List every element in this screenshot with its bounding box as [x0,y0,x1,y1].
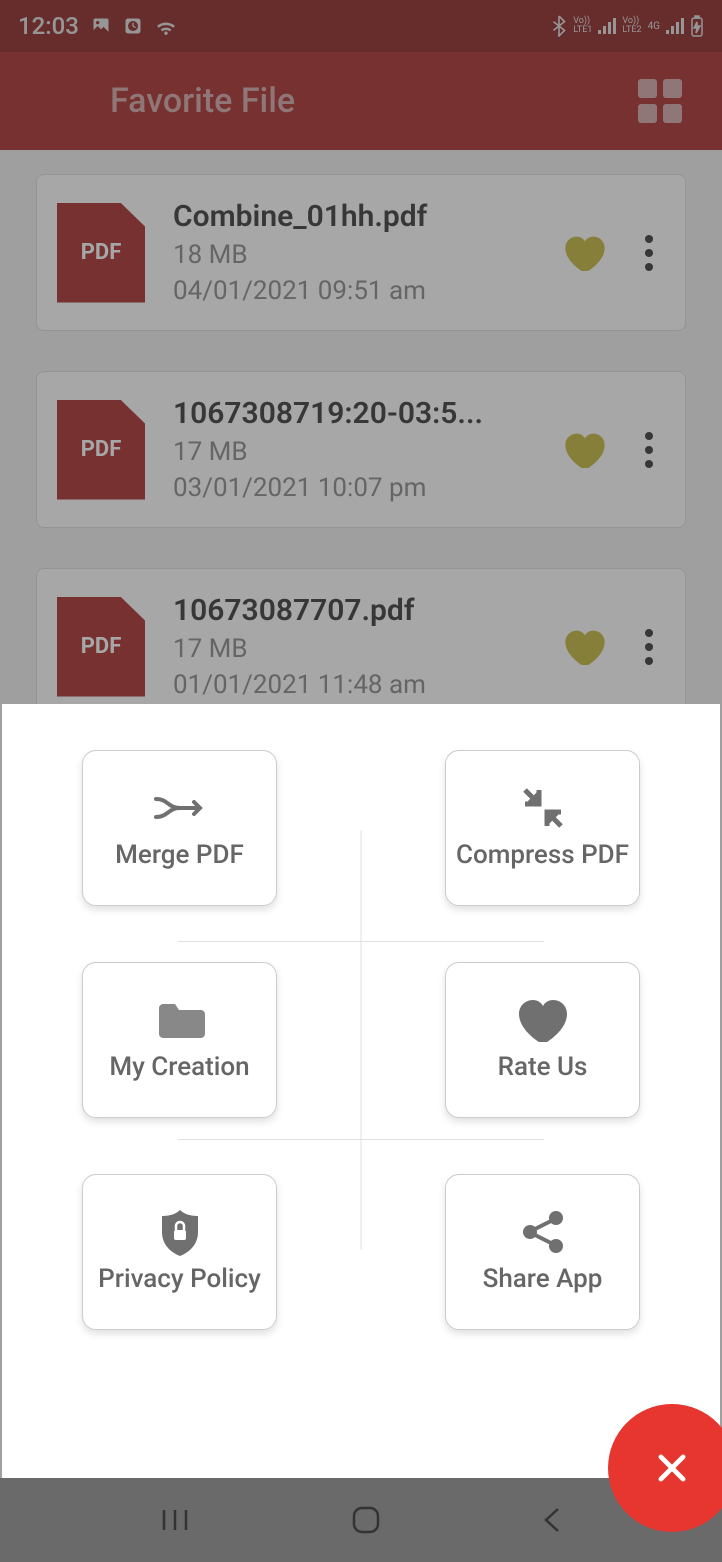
compress-icon [515,786,571,830]
home-button[interactable] [350,1504,382,1536]
sheet-label: Rate Us [498,1052,588,1082]
folder-icon [152,998,208,1042]
sheet-label: Merge PDF [115,840,244,870]
divider [361,830,362,1250]
merge-pdf-button[interactable]: Merge PDF [82,750,277,906]
sheet-label: Privacy Policy [98,1264,261,1294]
merge-icon [152,786,208,830]
recents-button[interactable] [160,1506,190,1534]
share-icon [515,1210,571,1254]
heart-icon [515,998,571,1042]
sheet-label: My Creation [109,1052,249,1082]
back-button[interactable] [542,1505,562,1535]
share-app-button[interactable]: Share App [445,1174,640,1330]
rate-us-button[interactable]: Rate Us [445,962,640,1118]
sheet-label: Compress PDF [456,840,629,870]
action-sheet: Merge PDF Compress PDF My Creation Rate … [2,704,720,1478]
close-icon [653,1449,691,1487]
divider [178,1139,544,1140]
divider [178,941,544,942]
shield-icon [152,1210,208,1254]
privacy-policy-button[interactable]: Privacy Policy [82,1174,277,1330]
sheet-label: Share App [483,1264,603,1294]
my-creation-button[interactable]: My Creation [82,962,277,1118]
compress-pdf-button[interactable]: Compress PDF [445,750,640,906]
